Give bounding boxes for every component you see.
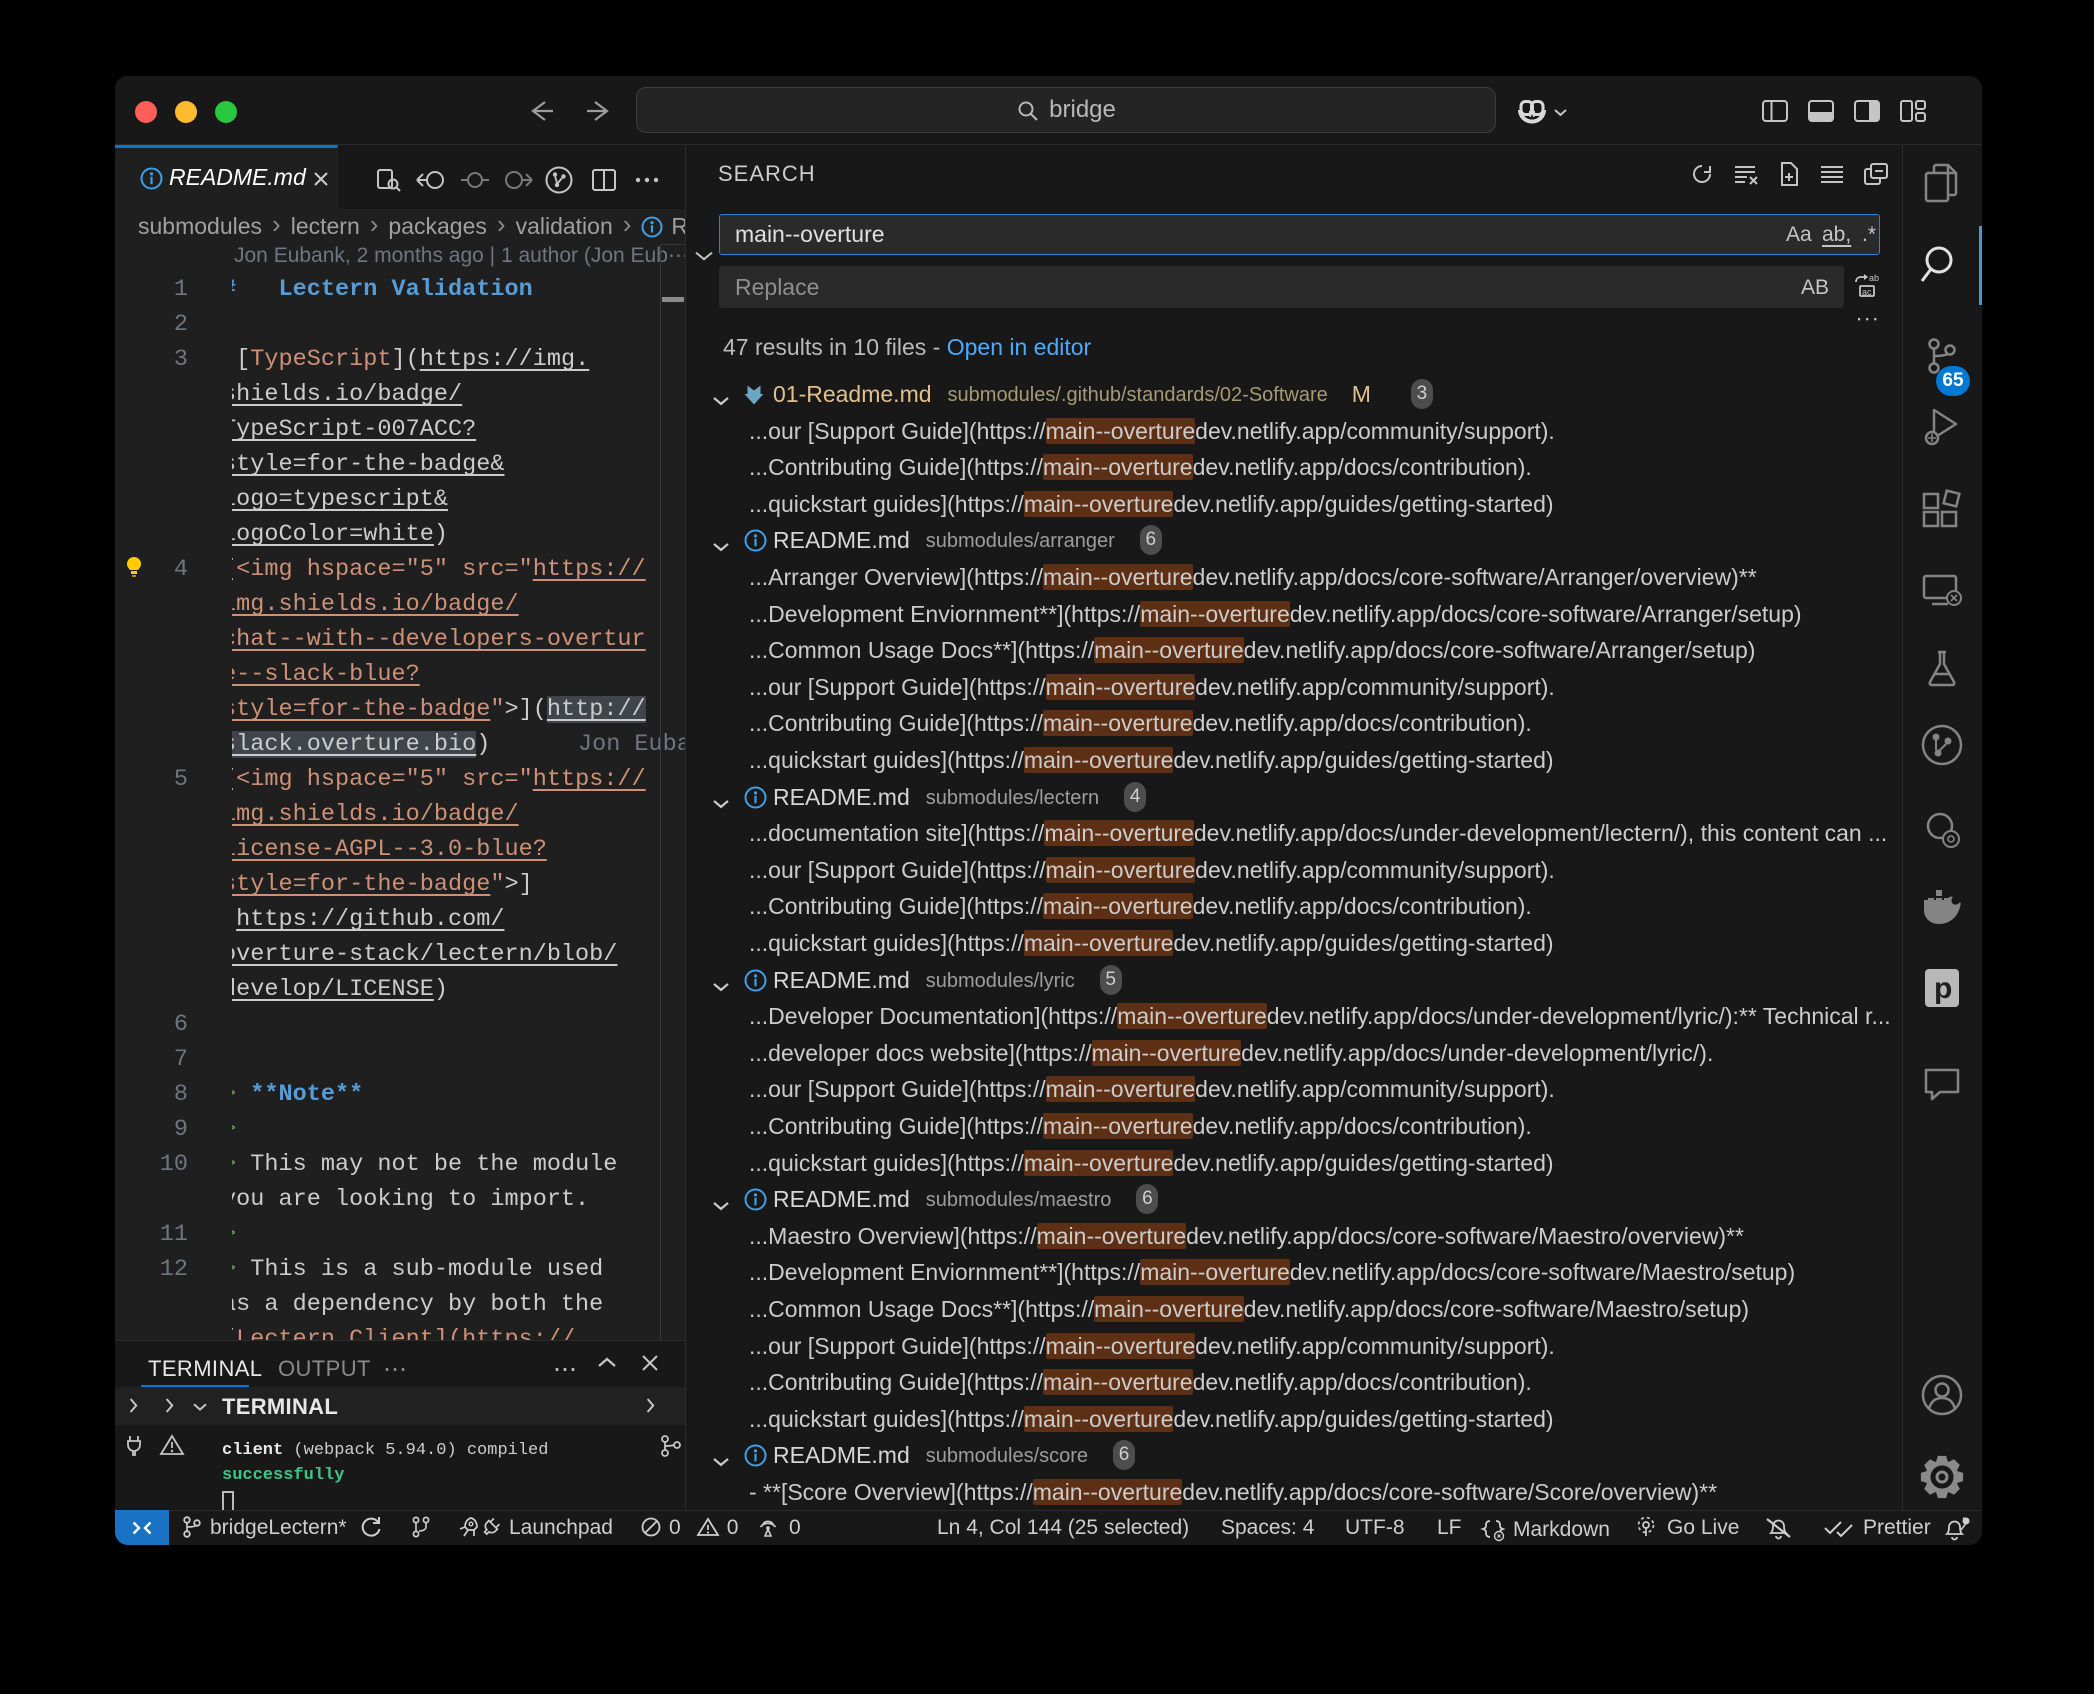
svg-text:p: p (1934, 972, 1952, 1005)
